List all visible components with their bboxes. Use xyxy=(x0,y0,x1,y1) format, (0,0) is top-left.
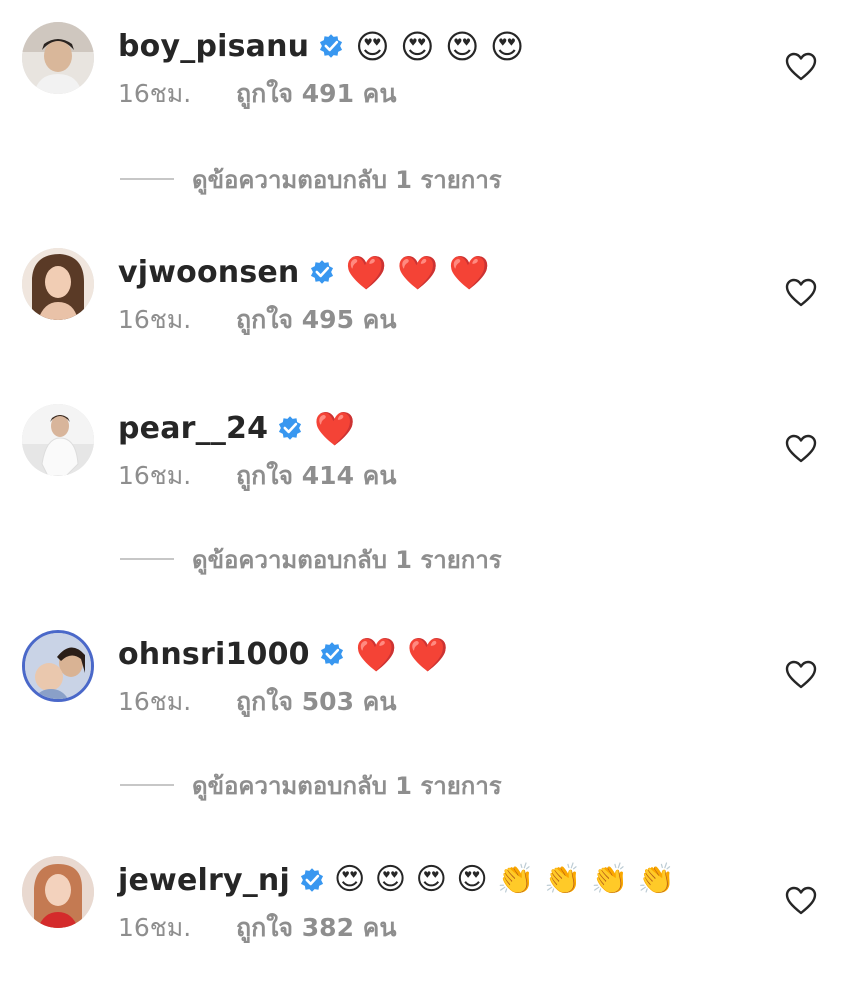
heart-icon[interactable] xyxy=(785,52,817,82)
avatar[interactable] xyxy=(22,22,94,94)
divider xyxy=(120,178,174,180)
view-replies-link[interactable]: ดูข้อความตอบกลับ 1 รายการ xyxy=(120,164,502,194)
comment-emoji: ❤️ ❤️ xyxy=(355,634,449,674)
comment-emoji: 😍 😍 😍 😍 xyxy=(355,26,525,66)
verified-badge-icon xyxy=(277,415,303,441)
username[interactable]: pear__24 xyxy=(118,411,268,446)
view-replies-label[interactable]: ดูข้อความตอบกลับ 1 รายการ xyxy=(192,540,502,579)
heart-icon[interactable] xyxy=(785,278,817,308)
username[interactable]: ohnsri1000 xyxy=(118,637,310,672)
heart-icon[interactable] xyxy=(785,660,817,690)
username[interactable]: vjwoonsen xyxy=(118,255,300,290)
comment-item: ohnsri1000 ❤️ ❤️ 16ชม. ถูกใจ 503 คน xyxy=(0,630,858,720)
username[interactable]: boy_pisanu xyxy=(118,29,309,64)
comment-time: 16ชม. xyxy=(118,79,192,108)
heart-icon[interactable] xyxy=(785,434,817,464)
username[interactable]: jewelry_nj xyxy=(118,863,290,898)
comment-time: 16ชม. xyxy=(118,913,192,942)
comment-time: 16ชม. xyxy=(118,461,192,490)
comment-time: 16ชม. xyxy=(118,305,192,334)
verified-badge-icon xyxy=(299,867,325,893)
view-replies-link[interactable]: ดูข้อความตอบกลับ 1 รายการ xyxy=(120,544,502,574)
likes-count[interactable]: ถูกใจ 382 คน xyxy=(236,913,397,942)
avatar[interactable] xyxy=(22,630,94,702)
verified-badge-icon xyxy=(309,259,335,285)
avatar[interactable] xyxy=(22,248,94,320)
comment-time: 16ชม. xyxy=(118,687,192,716)
comment-item: jewelry_nj 😍 😍 😍 😍 👏 👏 👏 👏 16ชม. ถูกใจ 3… xyxy=(0,856,858,946)
view-replies-link[interactable]: ดูข้อความตอบกลับ 1 รายการ xyxy=(120,770,502,800)
likes-count[interactable]: ถูกใจ 491 คน xyxy=(236,79,397,108)
comment-emoji: 😍 😍 😍 😍 👏 👏 👏 👏 xyxy=(333,862,676,897)
avatar[interactable] xyxy=(22,856,94,928)
comment-emoji: ❤️ xyxy=(314,408,356,448)
likes-count[interactable]: ถูกใจ 495 คน xyxy=(236,305,397,334)
likes-count[interactable]: ถูกใจ 414 คน xyxy=(236,461,397,490)
avatar[interactable] xyxy=(22,404,94,476)
comment-emoji: ❤️ ❤️ ❤️ xyxy=(345,252,490,292)
heart-icon[interactable] xyxy=(785,886,817,916)
comment-item: vjwoonsen ❤️ ❤️ ❤️ 16ชม. ถูกใจ 495 คน xyxy=(0,248,858,338)
divider xyxy=(120,784,174,786)
divider xyxy=(120,558,174,560)
verified-badge-icon xyxy=(318,33,344,59)
verified-badge-icon xyxy=(319,641,345,667)
comment-item: pear__24 ❤️ 16ชม. ถูกใจ 414 คน xyxy=(0,404,858,494)
comment-item: boy_pisanu 😍 😍 😍 😍 16ชม. ถูกใจ 491 คน xyxy=(0,22,858,112)
view-replies-label[interactable]: ดูข้อความตอบกลับ 1 รายการ xyxy=(192,160,502,199)
likes-count[interactable]: ถูกใจ 503 คน xyxy=(236,687,397,716)
view-replies-label[interactable]: ดูข้อความตอบกลับ 1 รายการ xyxy=(192,766,502,805)
